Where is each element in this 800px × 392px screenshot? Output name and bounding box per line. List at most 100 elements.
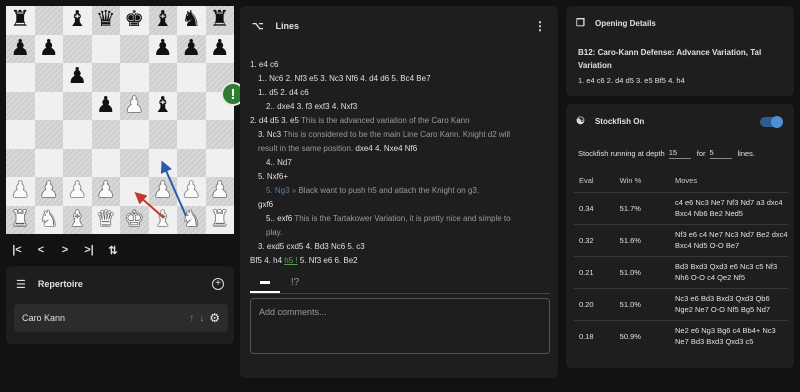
move-text[interactable]: h5 !	[284, 256, 297, 265]
more-options-icon[interactable]: ⋮	[534, 19, 546, 33]
board-square[interactable]: ♜	[205, 205, 234, 234]
white-king-piece[interactable]: ♚	[124, 208, 144, 231]
move-line[interactable]: 4.. Nd7	[250, 156, 550, 170]
board-square[interactable]	[6, 120, 35, 149]
move-line[interactable]: result in the same position. dxe4 4. Nxe…	[250, 142, 550, 156]
first-move-button[interactable]: |<	[10, 242, 24, 258]
move-text[interactable]: 1.. Nc6 2. Nf3 e5 3. Nc3 Nf6 4. d4 d6 5.…	[258, 74, 431, 83]
black-bishop-piece[interactable]: ♝	[67, 9, 87, 31]
board-square[interactable]	[120, 63, 149, 92]
board-square[interactable]	[205, 148, 234, 177]
board-square[interactable]: ♝	[63, 6, 92, 35]
depth-input[interactable]: 15	[668, 148, 691, 159]
board-square[interactable]: ♛	[91, 205, 120, 234]
move-line[interactable]: 5.. exf6 This is the Tartakower Variatio…	[250, 212, 550, 226]
board-square[interactable]: ♟	[6, 177, 35, 206]
move-text[interactable]: 4.. Nd7	[266, 158, 292, 167]
move-text[interactable]: 1.. d5 2. d4 c6	[258, 88, 309, 97]
gear-icon[interactable]: ⚙	[209, 311, 220, 325]
move-text[interactable]: gxf6	[258, 200, 273, 209]
move-tree[interactable]: 1. e4 c6 1.. Nc6 2. Nf3 e5 3. Nc3 Nf6 4. …	[250, 58, 550, 268]
move-text[interactable]: 5. Nf3 e6 6. Be2	[298, 256, 358, 265]
black-knight-piece[interactable]: ♞	[181, 9, 201, 31]
board-square[interactable]	[34, 120, 63, 149]
board-square[interactable]	[120, 177, 149, 206]
move-line[interactable]: play.	[250, 226, 550, 240]
black-king-piece[interactable]: ♚	[124, 9, 144, 31]
move-line[interactable]: 3. exd5 cxd5 4. Bd3 Nc6 5. c3	[250, 240, 550, 254]
repertoire-item[interactable]: Caro Kann ↑ ↓ ⚙	[14, 304, 228, 332]
chess-board[interactable]: ♜ ♝ ♛ ♚ ♝ ♞ ♜ ♟ ♟ ♟ ♟ ♟ ♟ ♟ ♟ ♝ ♟ ♟ ♟ ♟ ♟ ♟ ♟ ♜ ♞ ♝ ♛ ♚ ♝ ♞ ♜	[6, 6, 234, 234]
move-text[interactable]: 5. Nxf6+	[258, 172, 288, 181]
arrow-up-icon[interactable]: ↑	[189, 313, 194, 324]
black-bishop-piece[interactable]: ♝	[153, 9, 173, 31]
white-pawn-piece[interactable]: ♟	[67, 180, 87, 202]
move-text[interactable]: 2.. dxe4 3. f3 exf3 4. Nxf3	[266, 102, 357, 111]
board-square[interactable]: ♜	[205, 6, 234, 35]
board-square[interactable]	[63, 120, 92, 149]
move-line[interactable]: 2.. dxe4 3. f3 exf3 4. Nxf3	[250, 100, 550, 114]
board-square[interactable]: ♚	[120, 6, 149, 35]
engine-line-row[interactable]: 0.18 50.9% Ne2 e6 Ng3 Bg6 c4 Bb4+ Nc3 Ne7 …	[574, 319, 788, 352]
engine-line-row[interactable]: 0.34 51.7% c4 e6 Nc3 Ne7 Nf3 Nd7 a3 dxc4 B…	[574, 191, 788, 224]
board-square[interactable]	[63, 34, 92, 63]
board-square[interactable]: ♝	[148, 205, 177, 234]
board-square[interactable]	[148, 63, 177, 92]
white-rook-piece[interactable]: ♜	[210, 208, 230, 231]
board-square[interactable]	[91, 63, 120, 92]
board-square[interactable]: ♞	[177, 205, 206, 234]
board-square[interactable]: ♟	[91, 177, 120, 206]
white-pawn-piece[interactable]: ♟	[96, 180, 116, 202]
next-move-button[interactable]: >	[58, 242, 72, 258]
board-square[interactable]	[120, 148, 149, 177]
black-pawn-piece[interactable]: ♟	[67, 66, 87, 88]
board-square[interactable]: ♚	[120, 205, 149, 234]
white-pawn-piece[interactable]: ♟	[153, 180, 173, 202]
move-text[interactable]: 5.. exf6	[266, 214, 294, 223]
board-square[interactable]: ♜	[6, 205, 35, 234]
board-square[interactable]	[177, 91, 206, 120]
move-line[interactable]: 1. e4 c6	[250, 58, 550, 72]
board-square[interactable]: ♟	[6, 34, 35, 63]
move-line[interactable]: 3. Nc3 This is considered to be the main…	[250, 128, 550, 142]
move-text[interactable]: 2. d4 d5 3. e5	[250, 116, 301, 125]
board-square[interactable]: ♜	[6, 6, 35, 35]
board-square[interactable]	[34, 63, 63, 92]
board-square[interactable]: ♟	[148, 177, 177, 206]
black-pawn-piece[interactable]: ♟	[210, 37, 230, 60]
stockfish-toggle[interactable]	[760, 115, 783, 128]
board-square[interactable]	[91, 148, 120, 177]
add-repertoire-button[interactable]: +	[212, 278, 224, 290]
board-square[interactable]	[63, 91, 92, 120]
board-square[interactable]	[6, 148, 35, 177]
board-square[interactable]	[34, 6, 63, 35]
board-square[interactable]: ♟	[91, 91, 120, 120]
board-square[interactable]: ♟	[120, 91, 149, 120]
flip-board-button[interactable]: ⇅	[106, 242, 120, 258]
last-move-button[interactable]: >|	[82, 242, 96, 258]
black-bishop-piece[interactable]: ♝	[153, 94, 173, 117]
board-square[interactable]: ♟	[205, 177, 234, 206]
lines-count-input[interactable]: 5	[709, 148, 732, 159]
board-square[interactable]	[148, 120, 177, 149]
move-line[interactable]: 5. Ng3 » Black want to push h5 and attac…	[250, 184, 550, 198]
board-square[interactable]: ♟	[63, 63, 92, 92]
board-square[interactable]	[91, 120, 120, 149]
engine-line-row[interactable]: 0.20 51.0% Nc3 e6 Bd3 Bxd3 Qxd3 Qb6 Nge2 N…	[574, 287, 788, 320]
board-square[interactable]: ♝	[63, 205, 92, 234]
engine-line-row[interactable]: 0.32 51.6% Nf3 e6 c4 Ne7 Nc3 Nd7 Be2 dxc4 …	[574, 223, 788, 256]
board-square[interactable]: ♟	[34, 177, 63, 206]
move-text[interactable]: 1. e4 c6	[250, 60, 278, 69]
move-line[interactable]: 1.. d5 2. d4 c6	[250, 86, 550, 100]
move-text[interactable]: 5. Ng3 »	[266, 186, 296, 195]
tab-annotations[interactable]: !?	[280, 271, 310, 293]
move-text[interactable]: 3. exd5 cxd5 4. Bd3 Nc6 5. c3	[258, 242, 365, 251]
engine-line-row[interactable]: 0.21 51.0% Bd3 Bxd3 Qxd3 e6 Nc3 c5 Nf3 Nh6…	[574, 255, 788, 288]
move-text[interactable]: dxe4 4. Nxe4 Nf6	[353, 144, 417, 153]
board-square[interactable]	[148, 148, 177, 177]
arrow-down-icon[interactable]: ↓	[199, 313, 204, 324]
board-square[interactable]	[91, 34, 120, 63]
board-square[interactable]: ♟	[177, 34, 206, 63]
move-line[interactable]: 5. Nxf6+	[250, 170, 550, 184]
board-square[interactable]: ♟	[205, 34, 234, 63]
